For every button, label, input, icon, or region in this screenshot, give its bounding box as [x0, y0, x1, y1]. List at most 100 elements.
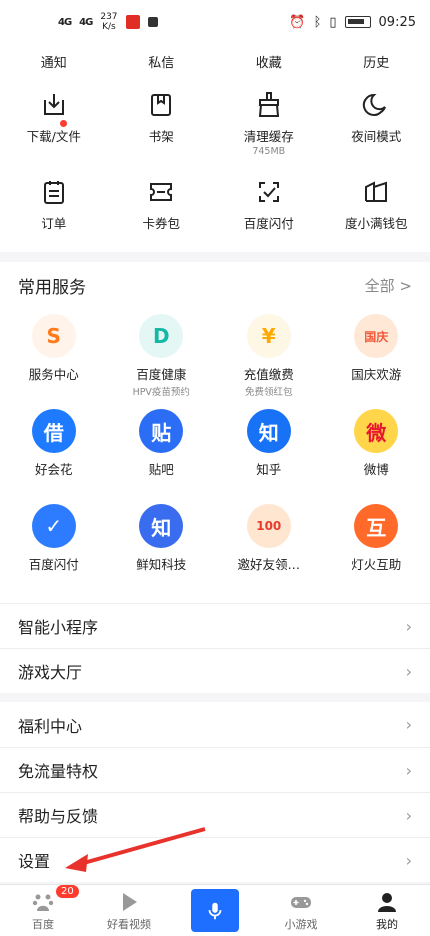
tool-label: 下载/文件 — [26, 129, 81, 144]
tool-wallet[interactable]: 度小满钱包 — [323, 165, 430, 252]
chevron-right-icon: › — [405, 850, 412, 870]
mini-programs-row[interactable]: 智能小程序 › — [0, 603, 430, 648]
row-label: 游戏大厅 — [18, 663, 83, 682]
nav-label: 小游戏 — [284, 918, 318, 931]
user-icon — [378, 893, 396, 912]
service-item[interactable]: D 百度健康 HPV疫苗预约 — [108, 314, 216, 409]
free-data-row[interactable]: 免流量特权 › — [0, 747, 430, 792]
network-speed: 237 K/s — [100, 12, 118, 32]
service-item[interactable]: 知鲜知科技 — [108, 504, 216, 599]
nav-mine[interactable]: 我的 — [344, 885, 430, 936]
quick-notify[interactable]: 通知 — [0, 52, 108, 71]
baidu-paw-icon — [32, 894, 54, 911]
nav-label: 好看视频 — [107, 918, 151, 931]
service-icon: 借 — [31, 409, 76, 453]
services-header: 常用服务 全部 > — [0, 262, 430, 308]
tool-grid: 下载/文件 书架 清理缓存 745MB 夜间模式 订单 卡券包 百度闪付 度小满… — [0, 78, 430, 252]
services-all-link[interactable]: 全部 > — [365, 275, 412, 296]
alarm-icon: ⏰ — [289, 14, 306, 30]
service-label: 贴吧 — [148, 462, 174, 477]
common-services-card: 常用服务 全部 > S 服务中心 D 百度健康 HPV疫苗预约 ¥ 充值缴费 免费领红包 国庆国… — [0, 262, 430, 693]
service-item[interactable]: 微微博 — [323, 409, 430, 504]
tool-clean-cache[interactable]: 清理缓存 745MB — [215, 78, 323, 165]
order-icon — [43, 181, 64, 204]
service-item[interactable]: 知知乎 — [215, 409, 323, 504]
service-label: 百度闪付 — [28, 557, 79, 572]
app-notification-icon — [125, 15, 140, 29]
service-item[interactable]: 贴贴吧 — [108, 409, 216, 504]
service-item[interactable]: 互灯火互助 — [323, 504, 430, 599]
download-icon — [43, 94, 64, 115]
nav-voice[interactable] — [172, 885, 258, 936]
tool-label: 清理缓存 — [243, 129, 294, 144]
service-label: 邀好友领… — [237, 557, 300, 572]
service-label: 好会花 — [34, 462, 73, 477]
service-item[interactable]: ✓ 百度闪付 — [0, 504, 108, 599]
tool-bookshelf[interactable]: 书架 — [108, 78, 216, 165]
service-icon: 知 — [139, 504, 184, 548]
service-item[interactable]: ¥ 充值缴费 免费领红包 — [215, 314, 323, 409]
status-bar: 4G 4G 237 K/s ⏰ ᛒ ▯ 09:25 — [0, 0, 430, 44]
service-label: 服务中心 — [28, 367, 79, 382]
tool-label: 度小满钱包 — [344, 216, 408, 231]
tool-label: 书架 — [148, 129, 174, 144]
service-icon: 国庆 — [354, 314, 399, 358]
quick-favorites[interactable]: 收藏 — [215, 52, 323, 71]
service-icon: 100 — [246, 504, 291, 548]
annotation-arrow-icon — [65, 827, 206, 872]
chevron-right-icon: › — [405, 715, 412, 734]
nav-baidu[interactable]: 20 百度 — [0, 885, 86, 936]
cache-size: 745MB — [252, 146, 286, 157]
service-item[interactable]: 借好会花 — [0, 409, 108, 504]
quick-history[interactable]: 历史 — [323, 52, 430, 71]
services-grid: S 服务中心 D 百度健康 HPV疫苗预约 ¥ 充值缴费 免费领红包 国庆 国庆欢游借好会花贴贴吧… — [0, 308, 430, 599]
service-icon: ✓ — [31, 504, 76, 548]
service-subtitle: 免费领红包 — [244, 387, 293, 398]
nav-label: 我的 — [376, 918, 398, 931]
service-icon: 微 — [354, 409, 399, 453]
play-icon — [123, 893, 137, 911]
service-item[interactable]: S 服务中心 — [0, 314, 108, 409]
stop-icon — [147, 17, 158, 27]
new-dot — [60, 120, 67, 127]
service-label: 微博 — [363, 462, 389, 477]
tool-label: 夜间模式 — [351, 129, 402, 144]
coupon-icon — [150, 183, 173, 201]
clock-time: 09:25 — [378, 14, 416, 30]
flash-pay-icon — [258, 182, 279, 202]
tool-orders[interactable]: 订单 — [0, 165, 108, 252]
tool-download[interactable]: 下载/文件 — [0, 78, 108, 165]
quick-messages[interactable]: 私信 — [108, 52, 216, 71]
welfare-center-row[interactable]: 福利中心 › — [0, 702, 430, 747]
row-label: 设置 — [18, 852, 51, 871]
service-label: 国庆欢游 — [351, 367, 402, 382]
status-right: ⏰ ᛒ ▯ 09:25 — [289, 15, 416, 30]
service-item[interactable]: 100 邀好友领… — [215, 504, 323, 599]
tool-label: 卡券包 — [142, 216, 180, 231]
chevron-right-icon: › — [405, 661, 412, 681]
tool-coupons[interactable]: 卡券包 — [108, 165, 216, 252]
service-label: 百度健康 — [136, 367, 187, 382]
service-icon: 互 — [354, 504, 399, 548]
top-tools-card: 通知 私信 收藏 历史 下载/文件 书架 清理缓存 745MB 夜间模式 订单 — [0, 44, 430, 252]
service-item[interactable]: 国庆 国庆欢游 — [323, 314, 430, 409]
row-label: 智能小程序 — [18, 618, 99, 637]
signal-icon: 4G — [58, 16, 72, 28]
row-label: 福利中心 — [18, 716, 83, 736]
tool-label: 百度闪付 — [243, 216, 294, 231]
chevron-right-icon: › — [405, 616, 412, 636]
tool-flash-pay[interactable]: 百度闪付 — [215, 165, 323, 252]
service-label: 鲜知科技 — [136, 557, 187, 572]
game-hall-row[interactable]: 游戏大厅 › — [0, 648, 430, 693]
microphone-icon — [208, 902, 222, 919]
status-left: 4G 4G 237 K/s — [58, 12, 158, 32]
notification-badge: 20 — [56, 885, 79, 898]
row-label: 免流量特权 — [18, 762, 99, 781]
nav-mini-games[interactable]: 小游戏 — [258, 885, 344, 936]
bottom-nav: 20 百度 好看视频 小游戏 我的 — [0, 884, 430, 936]
service-icon: S — [31, 314, 76, 358]
nav-haokan-video[interactable]: 好看视频 — [86, 885, 172, 936]
voice-search-button[interactable] — [191, 889, 239, 932]
tool-night-mode[interactable]: 夜间模式 — [323, 78, 430, 165]
service-icon: ¥ — [246, 314, 291, 358]
